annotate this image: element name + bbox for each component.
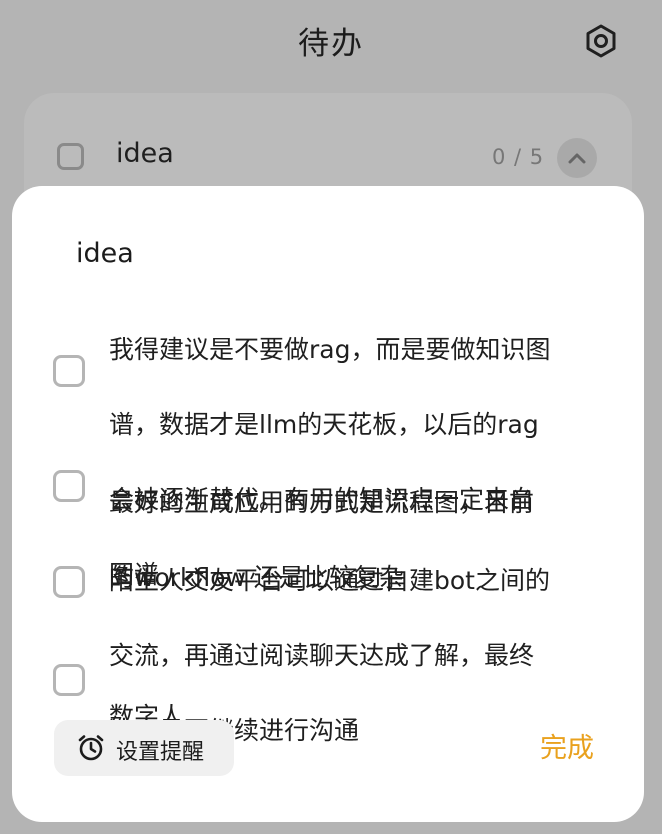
gear-icon <box>586 24 616 58</box>
todo-checkbox[interactable] <box>53 470 85 502</box>
sheet-title: idea <box>76 238 134 269</box>
group-progress-count: 0 / 5 <box>492 145 545 169</box>
done-button[interactable]: 完成 <box>540 726 594 765</box>
collapse-button[interactable] <box>557 138 597 178</box>
page-title: 待办 <box>298 26 364 62</box>
todo-item-line: 谱，数据才是llm的天花板，以后的rag <box>109 409 539 439</box>
group-title: idea <box>116 138 174 169</box>
todo-item-line: 我得建议是不要做rag，而是要做知识图 <box>109 334 551 364</box>
todo-checkbox[interactable] <box>53 664 85 696</box>
chevron-up-icon <box>568 153 586 164</box>
alarm-clock-icon <box>78 735 104 761</box>
todo-checkbox[interactable] <box>53 566 85 598</box>
settings-button[interactable] <box>580 20 622 62</box>
todo-item-line: 最好的生成应用的方式是流程图，目前 <box>109 487 535 517</box>
todo-item-line: 陌生人交友平台可以通过自建bot之间的 <box>109 565 550 595</box>
set-reminder-button[interactable]: 设置提醒 <box>54 720 234 776</box>
todo-checkbox[interactable] <box>53 355 85 387</box>
group-checkbox[interactable] <box>57 143 84 170</box>
set-reminder-label: 设置提醒 <box>116 740 205 765</box>
edit-todo-sheet: idea 我得建议是不要做rag，而是要做知识图 谱，数据才是llm的天花板，以… <box>12 186 644 822</box>
